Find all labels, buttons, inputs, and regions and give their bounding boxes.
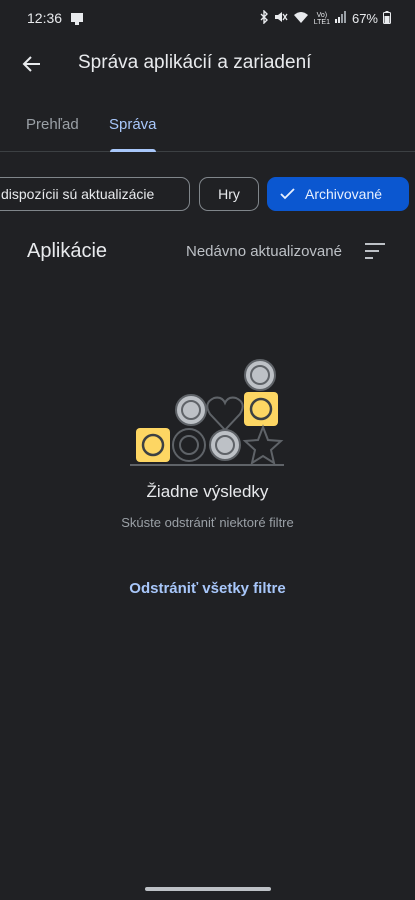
tab-overview[interactable]: Prehľad bbox=[26, 116, 79, 133]
checkmark-icon bbox=[280, 188, 295, 200]
bluetooth-icon bbox=[259, 9, 269, 27]
chip-label: Hry bbox=[218, 186, 240, 202]
tab-bar: Prehľad Správa bbox=[0, 104, 415, 152]
mute-icon bbox=[274, 10, 288, 27]
page-title: Správa aplikácií a zariadení bbox=[78, 52, 312, 73]
chip-label: Archivované bbox=[305, 186, 383, 202]
arrow-back-icon bbox=[22, 56, 40, 72]
tab-indicator bbox=[110, 149, 156, 152]
volte-indicator: Vo) LTE1 bbox=[313, 11, 330, 26]
back-button[interactable] bbox=[12, 44, 52, 84]
sort-icon[interactable] bbox=[364, 242, 386, 265]
signal-icon bbox=[334, 11, 347, 26]
status-bar: 12:36 Vo) LTE1 67% bbox=[0, 0, 415, 36]
notification-icon bbox=[70, 11, 84, 30]
chip-label: dispozícii sú aktualizácie bbox=[1, 186, 155, 202]
app-bar: Správa aplikácií a zariadení bbox=[0, 36, 415, 92]
home-indicator[interactable] bbox=[145, 887, 271, 891]
tab-manage[interactable]: Správa bbox=[109, 116, 157, 133]
section-title: Aplikácie bbox=[27, 240, 108, 262]
battery-percent: 67% bbox=[351, 11, 378, 26]
filter-chip-archived[interactable]: Archivované bbox=[267, 177, 409, 211]
status-time: 12:36 bbox=[27, 10, 63, 26]
filter-chip-updates[interactable]: dispozícii sú aktualizácie bbox=[0, 177, 190, 211]
empty-state-illustration bbox=[130, 355, 290, 475]
empty-state-title: Žiadne výsledky bbox=[146, 482, 269, 501]
status-icons: Vo) LTE1 67% bbox=[259, 9, 391, 27]
sort-label[interactable]: Nedávno aktualizované bbox=[186, 243, 342, 260]
battery-icon bbox=[383, 10, 391, 27]
empty-state-subtitle: Skúste odstrániť niektoré filtre bbox=[121, 515, 294, 530]
clear-filters-button[interactable]: Odstrániť všetky filtre bbox=[0, 580, 415, 597]
filter-chip-games[interactable]: Hry bbox=[199, 177, 259, 211]
wifi-icon bbox=[293, 10, 309, 27]
